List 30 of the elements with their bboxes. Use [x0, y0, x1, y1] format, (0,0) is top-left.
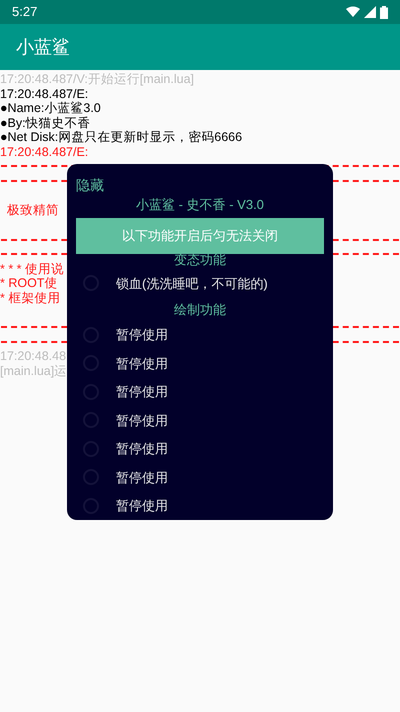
log-line: ●Net Disk:网盘只在更新时显示，密码6666 — [0, 130, 242, 144]
log-line: 17:20:48.487/V:开始运行[main.lua] — [0, 72, 194, 86]
log-line: 17:20:48.48 — [0, 349, 66, 364]
option-label: 暂停使用 — [116, 412, 168, 430]
battery-icon — [380, 6, 388, 18]
option-label: 暂停使用 — [116, 440, 168, 458]
log-line: * * * 使用说 — [0, 262, 64, 276]
option-label: 暂停使用 — [116, 354, 168, 372]
app-title: 小蓝鲨 — [16, 36, 70, 58]
option-label: 锁血(洗洗睡吧，不可能的) — [116, 274, 268, 293]
section-heading: 绘制功能 — [173, 302, 227, 316]
status-time: 5:27 — [12, 3, 38, 22]
log-line: 17:20:48.487/E: — [0, 86, 88, 101]
log-line: * ROOT使 — [0, 276, 58, 290]
log-line: 17:20:48.487/E: — [0, 144, 88, 159]
log-line: * 框架使用 — [0, 290, 60, 305]
signal-icon — [364, 6, 376, 18]
wifi-icon — [346, 6, 360, 18]
option-label: 暂停使用 — [116, 468, 168, 486]
log-line: [main.lua]运 — [0, 364, 68, 378]
option-label: 暂停使用 — [116, 326, 168, 344]
dialog-title: 小蓝鲨 - 史不香 - V3.0 — [135, 197, 265, 213]
hide-button[interactable]: 隐藏 — [76, 177, 104, 193]
option-label: 暂停使用 — [116, 383, 168, 401]
log-line: ●Name:小蓝鲨3.0 — [0, 101, 101, 116]
log-line: 极致精简 — [6, 203, 59, 218]
warning-banner: 以下功能开启后匀无法关闭 — [76, 218, 324, 254]
section-heading: 变态功能 — [173, 253, 227, 267]
option-label: 暂停使用 — [116, 497, 168, 515]
log-line: ●By:快猫史不香 — [0, 116, 91, 130]
